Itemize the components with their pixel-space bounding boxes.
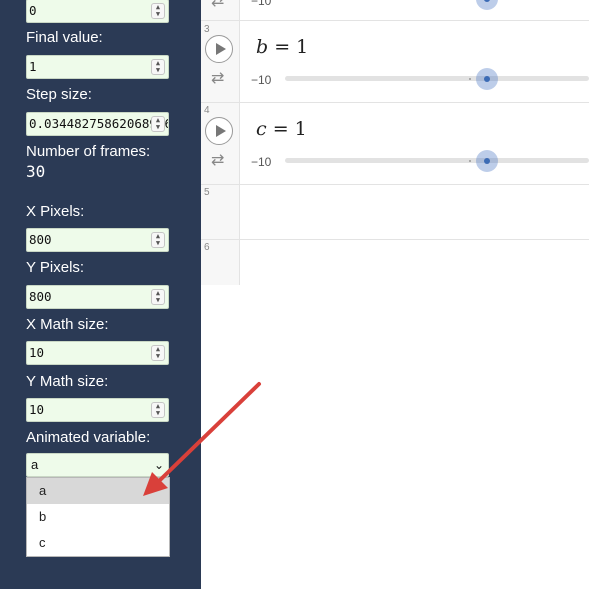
annotation-arrow [143, 382, 261, 496]
